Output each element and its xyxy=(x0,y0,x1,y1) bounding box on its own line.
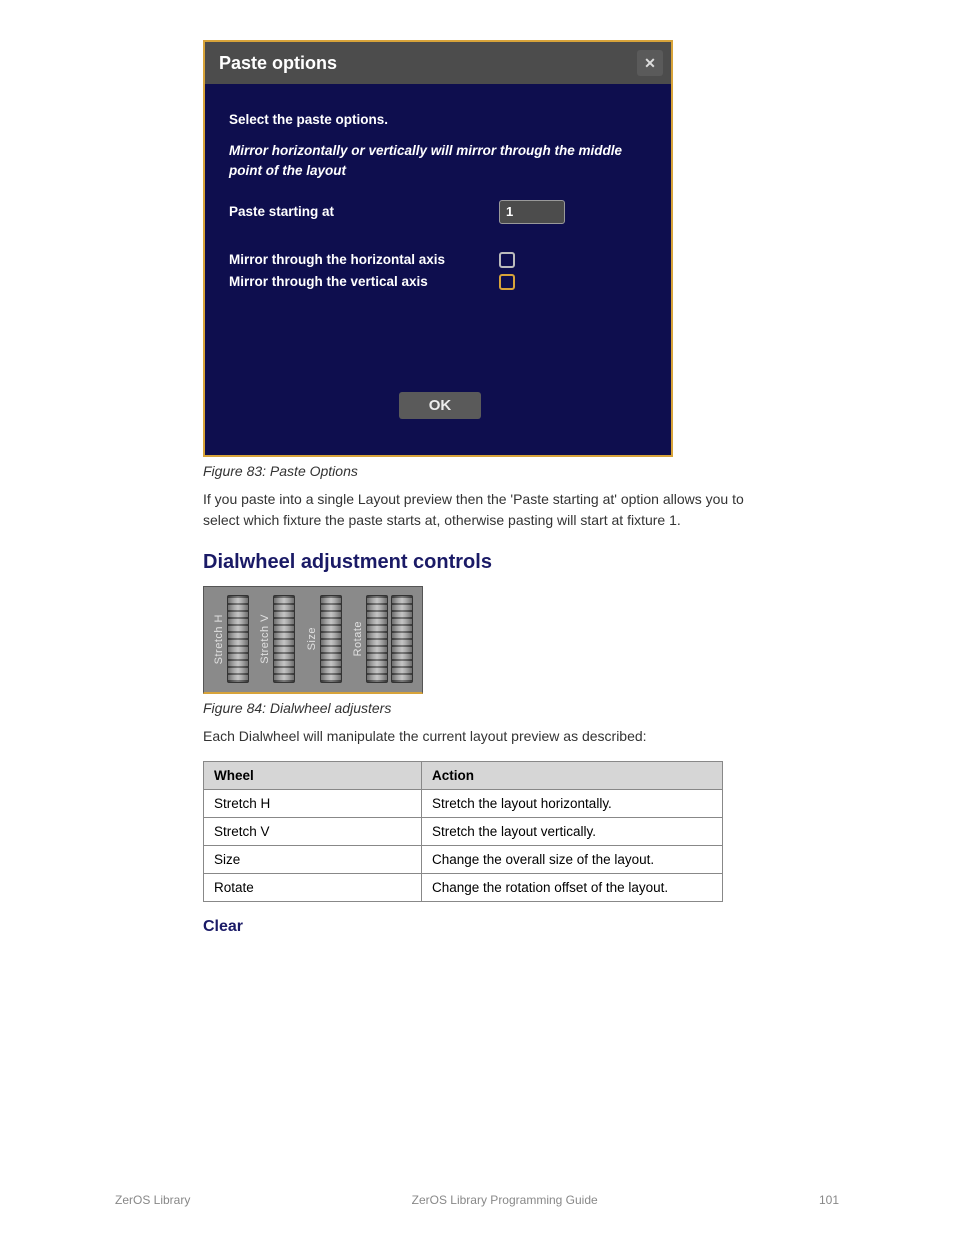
wheel-size: Size xyxy=(306,595,342,683)
dialog-titlebar: Paste options ✕ xyxy=(205,42,671,84)
table-header-wheel: Wheel xyxy=(204,761,422,789)
table-cell: Stretch the layout vertically. xyxy=(421,817,722,845)
footer-page-number: 101 xyxy=(819,1193,839,1207)
paragraph-1: If you paste into a single Layout previe… xyxy=(203,489,753,531)
dialwheel-rotate-1[interactable] xyxy=(366,595,388,683)
wheel-label-stretch-v: Stretch V xyxy=(259,614,271,664)
dialwheel-stretch-h[interactable] xyxy=(227,595,249,683)
dialog-help-text: Mirror horizontally or vertically will m… xyxy=(229,141,639,182)
table-row: Stretch V Stretch the layout vertically. xyxy=(204,817,723,845)
wheel-rotate: Rotate xyxy=(352,595,413,683)
paste-starting-label: Paste starting at xyxy=(229,204,499,219)
paste-starting-input[interactable]: 1 xyxy=(499,200,565,224)
table-cell: Stretch the layout horizontally. xyxy=(421,789,722,817)
table-row: Stretch H Stretch the layout horizontall… xyxy=(204,789,723,817)
figure-caption-2: Figure 84: Dialwheel adjusters xyxy=(203,700,839,716)
mirror-vertical-checkbox[interactable] xyxy=(499,274,515,290)
paste-options-dialog: Paste options ✕ Select the paste options… xyxy=(203,40,673,457)
paragraph-2: Each Dialwheel will manipulate the curre… xyxy=(203,726,753,747)
figure-caption-1: Figure 83: Paste Options xyxy=(203,463,839,479)
wheel-label-rotate: Rotate xyxy=(352,621,364,656)
heading-dialwheel: Dialwheel adjustment controls xyxy=(203,551,839,574)
dialwheel-panel: Stretch H Stretch V Size Rotate xyxy=(203,586,423,694)
table-cell: Stretch H xyxy=(204,789,422,817)
dialwheel-rotate-2[interactable] xyxy=(391,595,413,683)
wheel-label-stretch-h: Stretch H xyxy=(213,614,225,664)
wheel-stretch-v: Stretch V xyxy=(259,595,295,683)
dialog-body: Select the paste options. Mirror horizon… xyxy=(205,84,671,455)
dialwheel-table: Wheel Action Stretch H Stretch the layou… xyxy=(203,761,723,902)
ok-button[interactable]: OK xyxy=(399,392,482,419)
dialwheel-size[interactable] xyxy=(320,595,342,683)
mirror-horizontal-checkbox[interactable] xyxy=(499,252,515,268)
table-cell: Change the overall size of the layout. xyxy=(421,845,722,873)
close-icon: ✕ xyxy=(644,55,656,72)
table-cell: Rotate xyxy=(204,873,422,901)
close-button[interactable]: ✕ xyxy=(637,50,663,76)
wheel-label-size: Size xyxy=(306,627,318,650)
dialog-instruction: Select the paste options. xyxy=(229,112,651,127)
dialog-title: Paste options xyxy=(219,53,337,74)
page-footer: ZerOS Library ZerOS Library Programming … xyxy=(0,1193,954,1207)
table-row: Size Change the overall size of the layo… xyxy=(204,845,723,873)
dialwheel-stretch-v[interactable] xyxy=(273,595,295,683)
heading-clear: Clear xyxy=(203,918,839,936)
footer-left: ZerOS Library xyxy=(115,1193,190,1207)
table-cell: Stretch V xyxy=(204,817,422,845)
wheel-stretch-h: Stretch H xyxy=(213,595,249,683)
mirror-vertical-label: Mirror through the vertical axis xyxy=(229,274,499,289)
table-header-action: Action xyxy=(421,761,722,789)
table-cell: Size xyxy=(204,845,422,873)
mirror-horizontal-label: Mirror through the horizontal axis xyxy=(229,252,499,267)
table-cell: Change the rotation offset of the layout… xyxy=(421,873,722,901)
footer-center: ZerOS Library Programming Guide xyxy=(190,1193,819,1207)
table-row: Rotate Change the rotation offset of the… xyxy=(204,873,723,901)
